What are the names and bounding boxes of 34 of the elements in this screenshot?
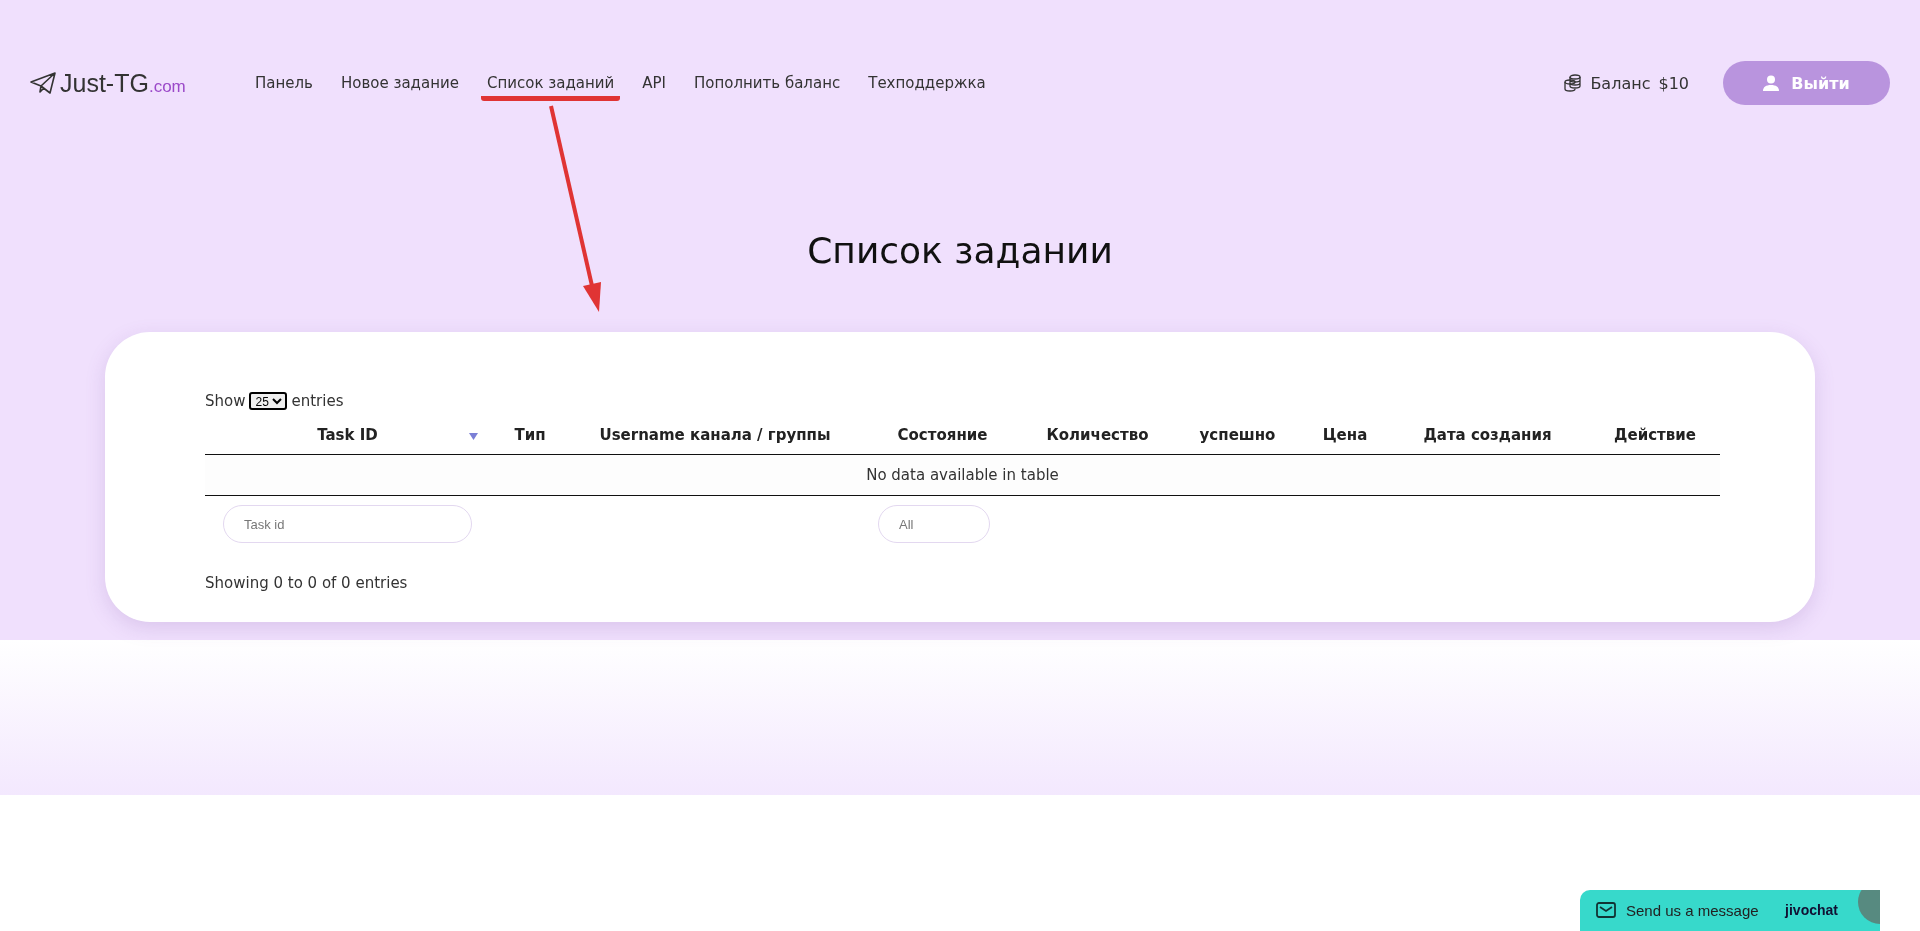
nav-link[interactable]: Список заданий xyxy=(480,74,621,101)
chat-widget[interactable]: Send us a message jivochat xyxy=(1580,890,1880,931)
column-header[interactable]: успешно xyxy=(1199,426,1276,444)
page-length-select[interactable]: 25 xyxy=(249,392,288,410)
column-header[interactable]: Task ID xyxy=(317,426,378,444)
coins-icon xyxy=(1564,74,1583,92)
table-info: Showing 0 to 0 of 0 entries xyxy=(205,574,409,592)
length-label: Show xyxy=(205,392,246,410)
nav-link[interactable]: Техподдержка xyxy=(862,74,992,101)
user-icon xyxy=(1763,75,1780,91)
chat-label: Send us a message xyxy=(1626,902,1759,919)
page-title: Список задании xyxy=(806,230,1114,273)
sort-icon[interactable] xyxy=(469,433,478,440)
filter-field[interactable]: Task id xyxy=(223,505,472,543)
logo-text[interactable]: Just-TG.com xyxy=(60,68,186,98)
nav-link[interactable]: Новое задание xyxy=(334,74,465,101)
length-label: entries xyxy=(291,392,344,410)
nav-link[interactable]: API xyxy=(636,74,672,101)
column-header[interactable]: Состояние xyxy=(897,426,988,444)
column-header[interactable]: Дата создания xyxy=(1423,426,1552,444)
nav-link[interactable]: Панель xyxy=(249,74,319,101)
chat-brand: jivochat xyxy=(1785,902,1838,918)
column-header[interactable]: Действие xyxy=(1614,426,1696,444)
filter-field[interactable]: All xyxy=(878,505,990,543)
column-header[interactable]: Тип xyxy=(514,426,546,444)
envelope-icon xyxy=(1596,902,1616,918)
paper-plane-icon xyxy=(30,72,56,94)
balance-amount: $10 xyxy=(1658,73,1689,93)
empty-message: No data available in table xyxy=(866,466,1059,484)
balance-label: Баланс xyxy=(1590,73,1651,93)
column-header[interactable]: Username канала / группы xyxy=(599,426,831,444)
nav-link[interactable]: Пополнить баланс xyxy=(688,74,847,101)
column-header[interactable]: Количество xyxy=(1046,426,1149,444)
column-header[interactable]: Цена xyxy=(1322,426,1368,444)
